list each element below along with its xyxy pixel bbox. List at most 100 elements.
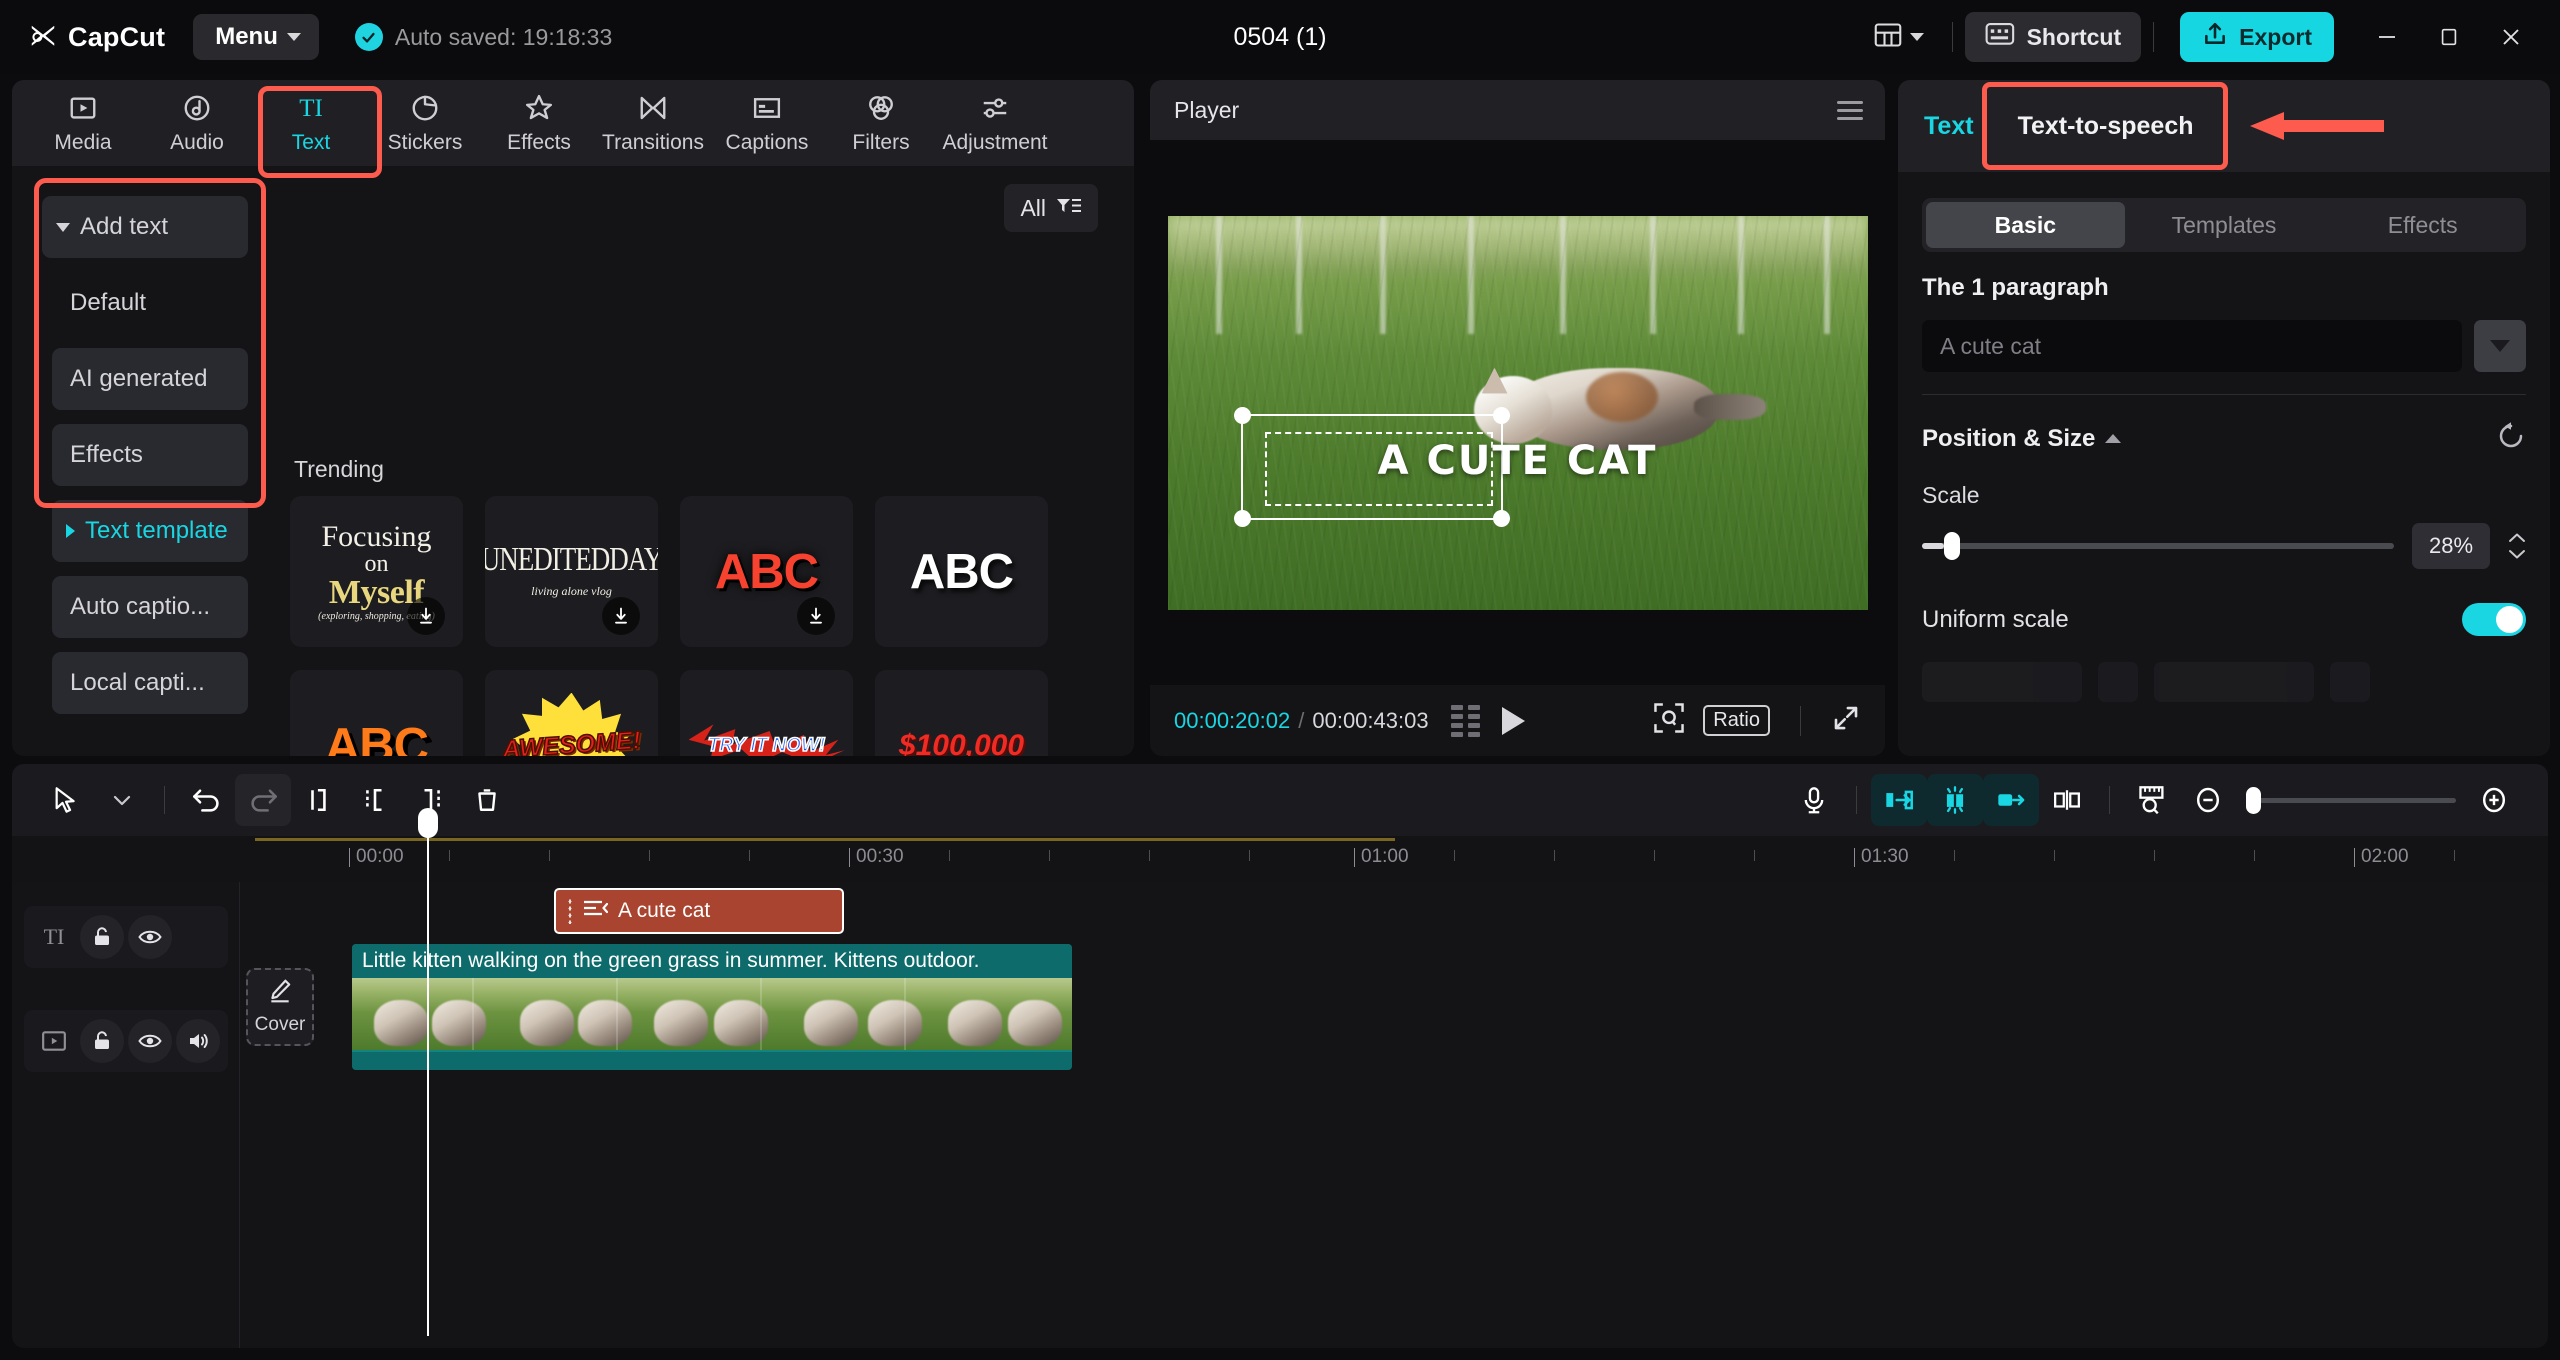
tab-stickers[interactable]: Stickers <box>368 82 482 164</box>
resize-handle-top-right[interactable] <box>1492 406 1510 424</box>
sidebar-item-ai-generated[interactable]: AI generated <box>52 348 248 410</box>
microphone-icon[interactable] <box>1786 774 1842 826</box>
template-grid: Focusing on Myself (exploring, shopping,… <box>290 496 1114 756</box>
play-button[interactable] <box>1501 706 1525 735</box>
template-card[interactable]: AWESOME! <box>485 670 658 756</box>
tab-text-to-speech[interactable]: Text-to-speech <box>1996 80 2216 172</box>
measure-icon[interactable] <box>2124 774 2180 826</box>
sidebar-item-effects[interactable]: Effects <box>52 424 248 486</box>
position-y-field[interactable] <box>2154 662 2314 702</box>
sidebar-item-label: Effects <box>70 441 143 468</box>
snap-magnet-icon[interactable] <box>1927 774 1983 826</box>
sidebar-item-text-template[interactable]: Text template <box>52 500 248 562</box>
position-y-stepper[interactable] <box>2330 662 2370 702</box>
position-x-field[interactable] <box>1922 662 2082 702</box>
scale-slider[interactable] <box>1922 532 2394 560</box>
scale-value[interactable]: 28% <box>2412 523 2490 569</box>
uniform-scale-toggle[interactable] <box>2462 603 2526 636</box>
resize-handle-bottom-right[interactable] <box>1492 509 1510 527</box>
adjust-clip-icon[interactable] <box>2039 774 2095 826</box>
tab-adjustment[interactable]: Adjustment <box>938 82 1052 164</box>
text-clip[interactable]: A cute cat <box>554 888 844 934</box>
svg-text:TI: TI <box>44 924 65 949</box>
divider <box>1856 786 1857 814</box>
template-card[interactable]: TRY IT NOW! <box>680 670 853 756</box>
lock-icon[interactable] <box>80 915 124 959</box>
link-clips-icon[interactable] <box>1983 774 2039 826</box>
zoom-in-icon[interactable] <box>2466 774 2522 826</box>
video-preview[interactable]: A CUTE CAT <box>1167 215 1868 610</box>
template-card[interactable]: ABC <box>290 670 463 756</box>
slider-handle[interactable] <box>1944 532 1960 560</box>
shortcut-label: Shortcut <box>2026 23 2122 50</box>
template-card[interactable]: $100,000 <box>875 670 1048 756</box>
fullscreen-icon[interactable] <box>1831 703 1861 738</box>
download-icon[interactable] <box>602 597 640 635</box>
lock-icon[interactable] <box>80 1019 124 1063</box>
template-card[interactable]: Focusing on Myself (exploring, shopping,… <box>290 496 463 647</box>
tab-effects[interactable]: Effects <box>482 82 596 164</box>
download-icon[interactable] <box>797 597 835 635</box>
scale-stepper[interactable] <box>2508 532 2526 560</box>
paragraph-dropdown-button[interactable] <box>2474 320 2526 372</box>
sidebar-item-local-captions[interactable]: Local capti... <box>52 652 248 714</box>
timeline-ruler[interactable]: 00:00 00:30 01:00 01:30 02:00 <box>12 836 2548 882</box>
undo-icon[interactable] <box>179 774 235 826</box>
template-card[interactable]: ABC <box>680 496 853 647</box>
chevron-down-icon <box>286 33 301 41</box>
segment-templates[interactable]: Templates <box>2125 202 2324 248</box>
video-clip[interactable]: Little kitten walking on the green grass… <box>352 944 1072 1070</box>
playhead[interactable] <box>418 808 438 1336</box>
sidebar-item-add-text[interactable]: Add text <box>42 196 248 258</box>
tab-media[interactable]: Media <box>26 82 140 164</box>
ratio-button[interactable]: Ratio <box>1703 705 1770 736</box>
mix-left-icon[interactable] <box>1871 774 1927 826</box>
redo-icon[interactable] <box>235 774 291 826</box>
player-menu-icon[interactable] <box>1837 100 1863 120</box>
zoom-slider-handle[interactable] <box>2246 786 2261 814</box>
tab-transitions[interactable]: Transitions <box>596 82 710 164</box>
minimize-button[interactable] <box>2356 8 2418 66</box>
zoom-fit-icon[interactable] <box>1653 702 1685 739</box>
shortcut-button[interactable]: Shortcut <box>1964 12 2142 62</box>
paragraph-input[interactable]: A cute cat <box>1922 320 2462 372</box>
frame-list-icon[interactable] <box>1450 704 1480 737</box>
tab-captions[interactable]: Captions <box>710 82 824 164</box>
reset-icon[interactable] <box>2496 421 2526 456</box>
layout-button[interactable] <box>1858 14 1940 60</box>
eye-icon[interactable] <box>128 1019 172 1063</box>
sidebar-item-auto-captions[interactable]: Auto captio... <box>52 576 248 638</box>
sidebar-item-default[interactable]: Default <box>52 272 248 334</box>
trim-left-icon[interactable] <box>347 774 403 826</box>
position-x-stepper[interactable] <box>2098 662 2138 702</box>
position-size-header[interactable]: Position & Size <box>1922 421 2526 456</box>
tab-audio[interactable]: Audio <box>140 82 254 164</box>
eye-icon[interactable] <box>128 915 172 959</box>
clip-drag-handle[interactable] <box>568 898 572 924</box>
tab-text[interactable]: TI Text <box>254 82 368 164</box>
close-button[interactable] <box>2480 8 2542 66</box>
volume-icon[interactable] <box>176 1019 220 1063</box>
export-button[interactable]: Export <box>2180 12 2334 62</box>
maximize-button[interactable] <box>2418 8 2480 66</box>
resize-handle-bottom-left[interactable] <box>1233 509 1251 527</box>
zoom-out-icon[interactable] <box>2180 774 2236 826</box>
tab-filters[interactable]: Filters <box>824 82 938 164</box>
segment-basic[interactable]: Basic <box>1926 202 2125 248</box>
filter-button[interactable]: All <box>1004 184 1098 232</box>
template-card[interactable]: ABC <box>875 496 1048 647</box>
template-card[interactable]: UNEDITEDDAY living alone vlog <box>485 496 658 647</box>
select-tool-dropdown[interactable] <box>94 774 150 826</box>
playhead-handle[interactable] <box>418 808 438 838</box>
segment-effects[interactable]: Effects <box>2323 202 2522 248</box>
cover-button[interactable]: Cover <box>246 968 314 1046</box>
tab-text-properties[interactable]: Text <box>1924 80 1996 172</box>
select-tool-icon[interactable] <box>38 774 94 826</box>
total-time: 00:00:43:03 <box>1312 707 1429 733</box>
delete-icon[interactable] <box>459 774 515 826</box>
timeline-zoom-slider[interactable] <box>2246 786 2456 814</box>
resize-handle-top-left[interactable] <box>1233 406 1251 424</box>
download-icon[interactable] <box>407 597 445 635</box>
split-icon[interactable] <box>291 774 347 826</box>
menu-button[interactable]: Menu <box>193 14 319 60</box>
